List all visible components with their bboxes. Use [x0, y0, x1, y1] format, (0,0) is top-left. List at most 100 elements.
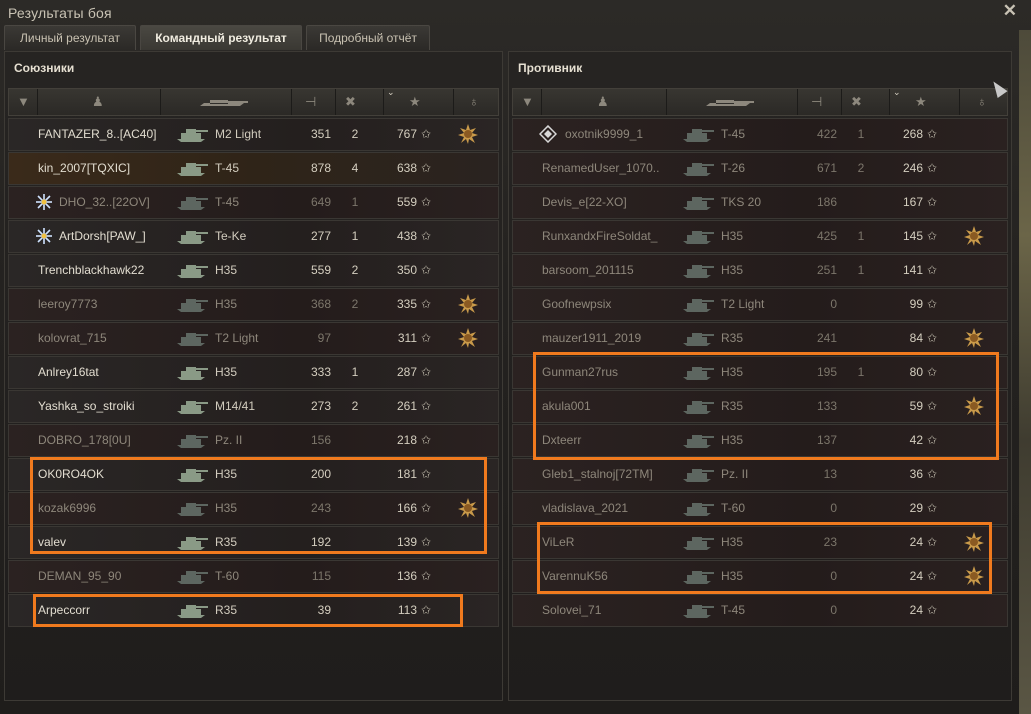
column-kills[interactable]: ✖ [335, 89, 384, 115]
xp-star-icon: ✩ [421, 365, 432, 379]
medal-icon: ♁ [469, 94, 479, 109]
vehicle-name: H35 [721, 263, 744, 277]
player-name: mauzer1911_2019 [542, 331, 642, 345]
player-row[interactable]: DOBRO_178[0U] Pz. II 156 218 ✩ [8, 424, 499, 457]
column-vehicle[interactable] [160, 89, 292, 115]
player-row[interactable]: RenamedUser_1070.. T-26 671 2 246 ✩ [512, 152, 1008, 185]
tank-icon [681, 464, 715, 484]
player-row[interactable]: mauzer1911_2019 R35 241 84 ✩ [512, 322, 1008, 355]
kills-value: 1 [351, 195, 359, 209]
player-row[interactable]: ViLeR H35 23 24 ✩ [512, 526, 1008, 559]
player-row[interactable]: valev R35 192 139 ✩ [8, 526, 499, 559]
player-row[interactable]: ArtDorsh[PAW_] Te-Ke 277 1 438 ✩ [8, 220, 499, 253]
player-row[interactable]: Trenchblackhawk22 H35 559 2 350 ✩ [8, 254, 499, 287]
damage-value: 368 [310, 297, 331, 311]
player-row[interactable]: Solovei_71 T-45 0 24 ✩ [512, 594, 1008, 627]
tab-personal-result[interactable]: Личный результат [4, 25, 136, 50]
tank-icon [681, 328, 715, 348]
player-row[interactable]: Anlrey16tat H35 333 1 287 ✩ [8, 356, 499, 389]
player-row[interactable]: kolovrat_715 T2 Light 97 311 ✩ [8, 322, 499, 355]
column-player[interactable]: ♟ [541, 89, 667, 115]
damage-value: 277 [310, 229, 331, 243]
xp-star-icon: ✩ [927, 603, 938, 617]
xp-star-icon: ✩ [927, 229, 938, 243]
player-row[interactable]: oxotnik9999_1 T-45 422 1 268 ✩ [512, 118, 1008, 151]
tab-detailed-report[interactable]: Подробный отчёт [306, 25, 430, 50]
window-title: Результаты боя [8, 5, 112, 21]
player-row[interactable]: Yashka_so_stroiki M14/41 273 2 261 ✩ [8, 390, 499, 423]
player-row[interactable]: OK0RO4OK H35 200 181 ✩ [8, 458, 499, 491]
xp-star-icon: ✩ [927, 501, 938, 515]
player-row[interactable]: akula001 R35 133 59 ✩ [512, 390, 1008, 423]
kills-value [345, 425, 365, 456]
column-player[interactable]: ♟ [37, 89, 161, 115]
player-row[interactable]: kin_2007[TQXIC] T-45 878 4 638 ✩ [8, 152, 499, 185]
xp-star-icon: ✩ [421, 535, 432, 549]
player-row[interactable]: vladislava_2021 T-60 0 29 ✩ [512, 492, 1008, 525]
kills-value [851, 595, 871, 626]
tank-icon [681, 294, 715, 314]
player-row[interactable]: DEMAN_95_90 T-60 115 136 ✩ [8, 560, 499, 593]
player-name: ViLeR [542, 535, 575, 549]
column-damage[interactable]: ⊣ [797, 89, 842, 115]
xp-value: 24 [909, 603, 923, 617]
player-row[interactable]: barsoom_201115 H35 251 1 141 ✩ [512, 254, 1008, 287]
player-row[interactable]: RunxandxFireSoldat_ H35 425 1 145 ✩ [512, 220, 1008, 253]
xp-star-icon: ✩ [421, 331, 432, 345]
kills-value: 1 [857, 229, 865, 243]
column-kills[interactable]: ✖ [841, 89, 890, 115]
player-row[interactable]: Goofnewpsix T2 Light 0 99 ✩ [512, 288, 1008, 321]
kills-value [851, 187, 871, 218]
xp-value: 261 [396, 399, 417, 413]
damage-value: 251 [816, 263, 837, 277]
column-platoon[interactable]: ▼ [9, 89, 38, 115]
xp-value: 29 [909, 501, 923, 515]
player-name: DHO_32..[22OV] [59, 195, 150, 209]
xp-value: 84 [909, 331, 923, 345]
xp-star-icon: ✩ [421, 501, 432, 515]
player-name: Arpeccorr [38, 603, 91, 617]
column-vehicle[interactable] [666, 89, 798, 115]
xp-value: 287 [396, 365, 417, 379]
player-row[interactable]: FANTAZER_8..[AC40] M2 Light 351 2 767 ✩ [8, 118, 499, 151]
player-row[interactable]: Devis_e[22-XO] TKS 20 186 167 ✩ [512, 186, 1008, 219]
vehicle-name: T-60 [721, 501, 746, 515]
xp-star-icon: ✩ [421, 263, 432, 277]
tank-icon [175, 362, 209, 382]
damage-value: 200 [310, 467, 331, 481]
column-platoon[interactable]: ▼ [513, 89, 542, 115]
snowflake-badge-icon [35, 227, 53, 245]
xp-star-icon: ✩ [927, 331, 938, 345]
tank-icon [681, 430, 715, 450]
tank-icon [704, 96, 756, 113]
player-row[interactable]: Gunman27rus H35 195 1 80 ✩ [512, 356, 1008, 389]
player-row[interactable]: leeroy7773 H35 368 2 335 ✩ [8, 288, 499, 321]
vehicle-name: H35 [215, 263, 238, 277]
player-icon: ♟ [92, 94, 104, 109]
kills-value [345, 493, 365, 524]
xp-value: 559 [396, 195, 417, 209]
tab-team-result[interactable]: Командный результат [140, 25, 302, 50]
column-xp[interactable]: ⌄ ★ [889, 87, 960, 115]
column-medal[interactable]: ♁ [453, 89, 498, 115]
player-row[interactable]: Dxteerr H35 137 42 ✩ [512, 424, 1008, 457]
player-row[interactable]: kozak6996 H35 243 166 ✩ [8, 492, 499, 525]
player-row[interactable]: Arpeccorr R35 39 113 ✩ [8, 594, 499, 627]
kills-value [851, 527, 871, 558]
column-damage[interactable]: ⊣ [291, 89, 336, 115]
player-row[interactable]: DHO_32..[22OV] T-45 649 1 559 ✩ [8, 186, 499, 219]
xp-value: 113 [397, 603, 417, 617]
player-row[interactable]: VarennuK56 H35 0 24 ✩ [512, 560, 1008, 593]
player-name: valev [38, 535, 67, 549]
tank-icon [681, 566, 715, 586]
vehicle-name: Te-Ke [215, 229, 247, 243]
close-icon[interactable]: ✕ [1003, 1, 1017, 21]
xp-value: 24 [909, 535, 923, 549]
tank-icon [175, 294, 209, 314]
vehicle-name: H35 [721, 433, 744, 447]
vehicle-name: T-45 [721, 127, 746, 141]
tank-icon [175, 396, 209, 416]
column-xp[interactable]: ⌄ ★ [383, 87, 454, 115]
player-row[interactable]: Gleb1_stalnoj[72TM] Pz. II 13 36 ✩ [512, 458, 1008, 491]
tank-icon [681, 192, 715, 212]
